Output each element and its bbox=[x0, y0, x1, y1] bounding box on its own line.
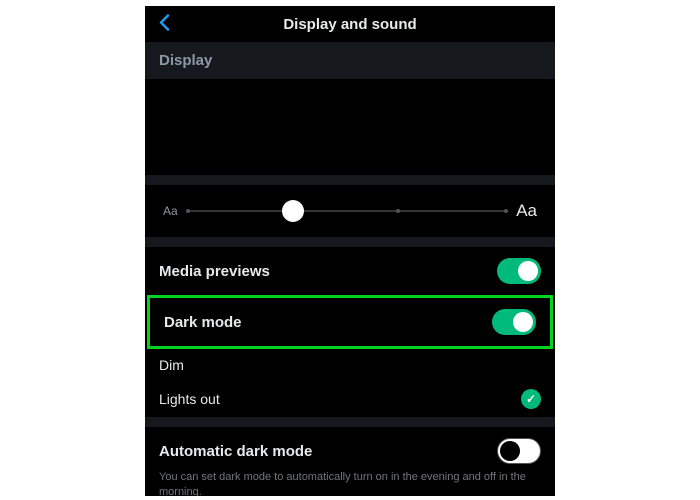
lights-out-label: Lights out bbox=[159, 391, 220, 407]
media-previews-label: Media previews bbox=[159, 263, 270, 280]
font-size-large-label: Aa bbox=[516, 201, 537, 221]
row-lights-out[interactable]: Lights out ✓ bbox=[145, 381, 555, 417]
font-size-small-label: Aa bbox=[163, 204, 178, 218]
dark-mode-toggle[interactable] bbox=[492, 309, 536, 335]
row-automatic-dark-mode[interactable]: Automatic dark mode bbox=[145, 427, 555, 468]
preview-area bbox=[145, 79, 555, 175]
divider bbox=[145, 175, 555, 185]
lights-out-check-icon[interactable]: ✓ bbox=[521, 389, 541, 409]
page-title: Display and sound bbox=[283, 16, 416, 33]
dark-mode-label: Dark mode bbox=[164, 314, 242, 331]
back-button[interactable] bbox=[159, 14, 170, 35]
divider bbox=[145, 417, 555, 427]
automatic-dark-mode-label: Automatic dark mode bbox=[159, 443, 312, 460]
nav-header: Display and sound bbox=[145, 6, 555, 42]
font-size-slider-row: Aa Aa bbox=[145, 185, 555, 237]
slider-knob[interactable] bbox=[282, 200, 304, 222]
automatic-dark-mode-desc: You can set dark mode to automatically t… bbox=[145, 468, 555, 496]
highlight-box: Dark mode bbox=[147, 295, 553, 349]
media-previews-toggle[interactable] bbox=[497, 258, 541, 284]
row-dark-mode[interactable]: Dark mode bbox=[150, 298, 550, 346]
row-media-previews[interactable]: Media previews bbox=[145, 247, 555, 295]
divider bbox=[145, 237, 555, 247]
automatic-dark-mode-toggle[interactable] bbox=[497, 438, 541, 464]
row-dim[interactable]: Dim bbox=[145, 349, 555, 381]
settings-screen: Display and sound Display Aa Aa Media pr… bbox=[145, 6, 555, 496]
section-header-display: Display bbox=[145, 42, 555, 79]
font-size-slider[interactable] bbox=[188, 210, 507, 212]
dim-label: Dim bbox=[159, 357, 184, 373]
